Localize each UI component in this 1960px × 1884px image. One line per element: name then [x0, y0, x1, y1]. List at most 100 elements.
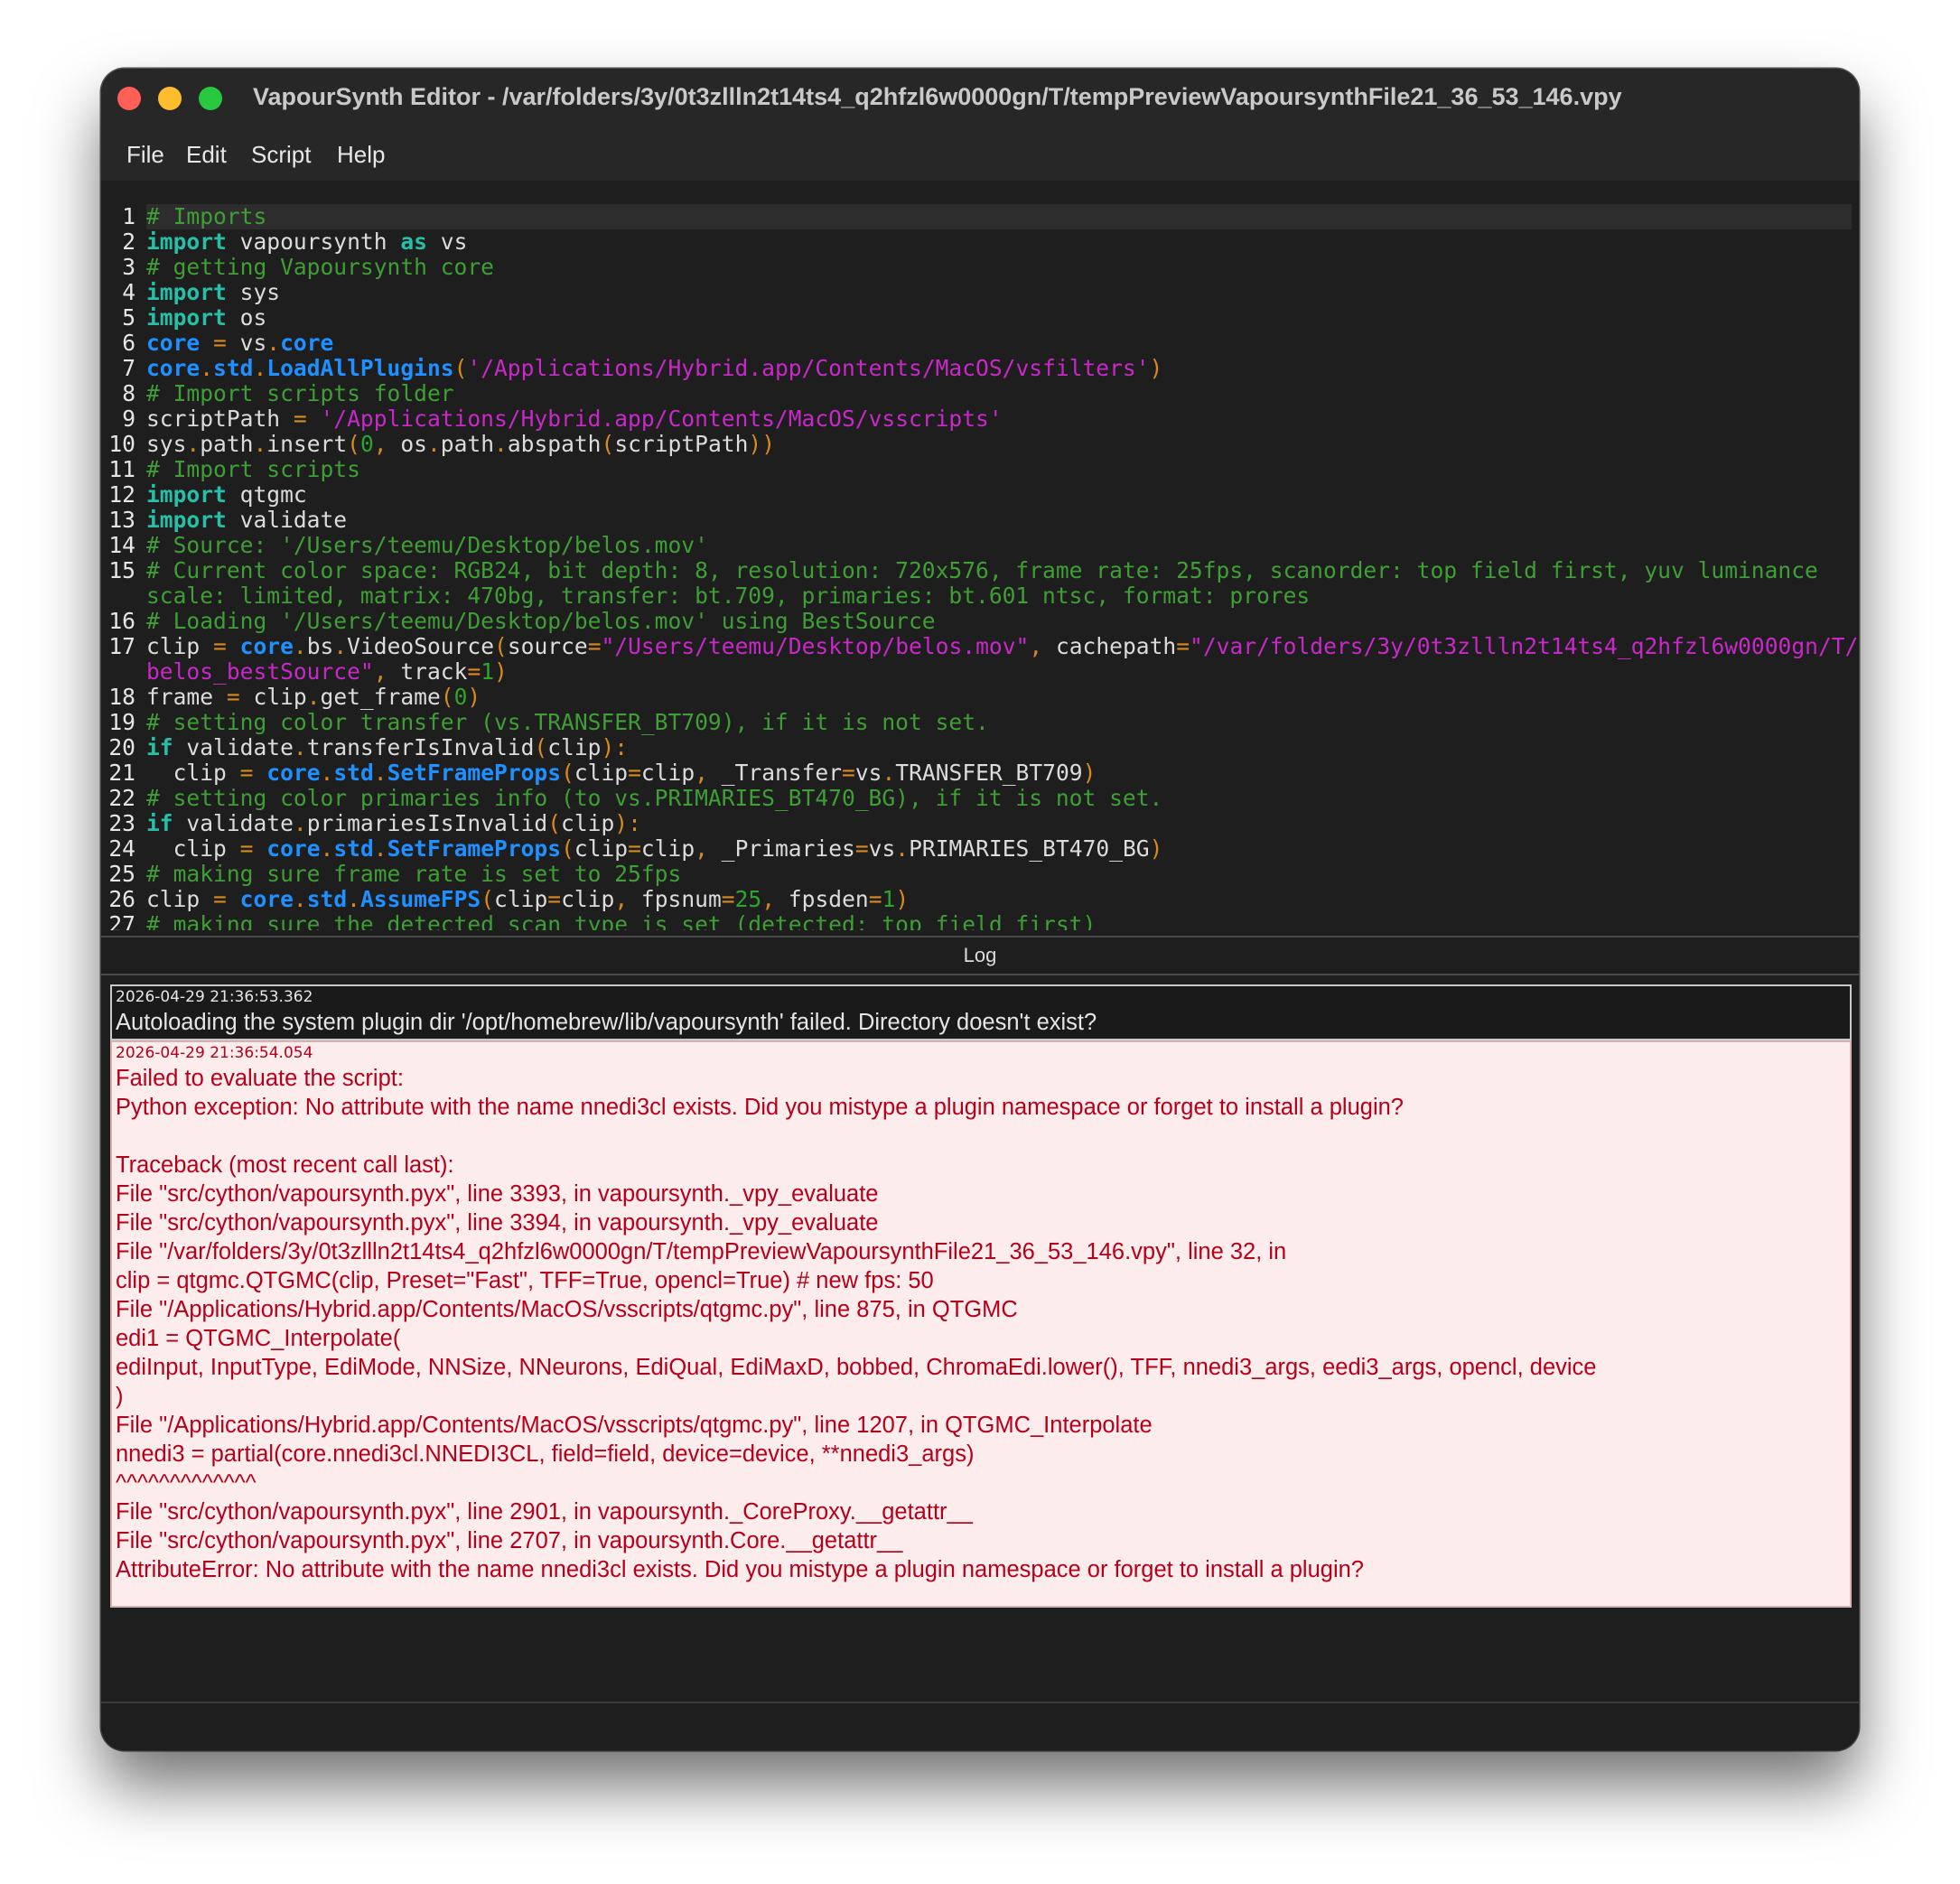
code-text[interactable]: sys.path.insert(0, os.path.abspath(scrip… [146, 432, 775, 457]
line-number: 20 [108, 734, 135, 760]
log-panel-header: Log [101, 936, 1859, 975]
code-text[interactable]: # Import scripts folder [146, 381, 454, 406]
code-text[interactable]: scriptPath = '/Applications/Hybrid.app/C… [146, 406, 1003, 432]
code-line[interactable]: 17 clip = core.bs.VideoSource(source="/Us… [101, 634, 1858, 659]
code-line[interactable]: 25 # making sure frame rate is set to 25f… [101, 862, 1858, 887]
line-number: 10 [108, 431, 135, 457]
code-text[interactable]: clip = core.std.SetFrameProps(clip=clip,… [146, 760, 1097, 786]
code-line[interactable]: 5 import os [101, 305, 1858, 331]
code-text[interactable]: clip = core.std.SetFrameProps(clip=clip,… [146, 836, 1163, 862]
code-line[interactable]: 12 import qtgmc [101, 482, 1858, 508]
code-line[interactable]: 22 # setting color primaries info (to vs.… [101, 786, 1858, 811]
code-text[interactable]: import sys [146, 280, 280, 305]
code-line[interactable]: 11 # Import scripts [101, 457, 1858, 482]
code-line[interactable]: 16 # Loading '/Users/teemu/Desktop/belos.… [101, 609, 1858, 634]
line-number: 24 [108, 835, 135, 862]
line-number: 6 [122, 330, 135, 356]
code-line[interactable]: 23 if validate.primariesIsInvalid(clip): [101, 811, 1858, 836]
code-text[interactable]: # Source: '/Users/teemu/Desktop/belos.mo… [146, 533, 708, 558]
code-text[interactable]: # Import scripts [146, 457, 360, 482]
code-text[interactable]: # setting color transfer (vs.TRANSFER_BT… [146, 710, 989, 735]
zoom-window-button[interactable] [199, 87, 222, 110]
code-line[interactable]: 24 clip = core.std.SetFrameProps(clip=cl… [101, 836, 1858, 862]
code-text[interactable]: belos_bestSource", track=1) [146, 659, 508, 685]
code-line[interactable]: 14 # Source: '/Users/teemu/Desktop/belos.… [101, 533, 1858, 558]
code-line[interactable]: 2 import vapoursynth as vs [101, 229, 1858, 255]
line-number: 3 [122, 254, 135, 280]
code-line[interactable]: 21 clip = core.std.SetFrameProps(clip=cl… [101, 760, 1858, 786]
code-text[interactable]: import vapoursynth as vs [146, 229, 467, 255]
code-text[interactable]: core.std.LoadAllPlugins('/Applications/H… [146, 356, 1162, 381]
code-text[interactable]: # getting Vapoursynth core [146, 255, 494, 280]
code-lines[interactable]: 1 # Imports 2 import vapoursynth as vs 3 # ge… [101, 204, 1858, 931]
close-window-button[interactable] [117, 87, 141, 110]
log-timestamp: 2026-04-29 21:36:53.362 [116, 988, 313, 1006]
code-text[interactable]: import validate [146, 508, 347, 533]
line-number: 8 [122, 380, 135, 406]
code-line[interactable]: 1 # Imports [101, 204, 1858, 229]
code-line[interactable]: 7 core.std.LoadAllPlugins('/Applications/… [101, 356, 1858, 381]
line-number [101, 583, 146, 609]
log-title: Log [963, 944, 997, 966]
line-number: 26 [108, 886, 135, 912]
code-line[interactable]: 15 # Current color space: RGB24, bit dept… [101, 558, 1858, 583]
code-line[interactable]: 6 core = vs.core [101, 331, 1858, 356]
code-text[interactable]: import qtgmc [146, 482, 307, 508]
code-line[interactable]: scale: limited, matrix: 470bg, transfer:… [101, 583, 1858, 609]
code-line[interactable]: 20 if validate.transferIsInvalid(clip): [101, 735, 1858, 760]
line-number: 18 [108, 684, 135, 710]
code-line[interactable]: 19 # setting color transfer (vs.TRANSFER_… [101, 710, 1858, 735]
code-line[interactable]: 3 # getting Vapoursynth core [101, 255, 1858, 280]
line-number: 14 [108, 532, 135, 558]
line-number: 13 [108, 507, 135, 533]
status-bar [101, 1702, 1859, 1750]
code-line[interactable]: 18 frame = clip.get_frame(0) [101, 685, 1858, 710]
code-text[interactable]: clip = core.bs.VideoSource(source="/User… [146, 634, 1858, 659]
code-text[interactable]: # setting color primaries info (to vs.PR… [146, 786, 1162, 811]
log-timestamp: 2026-04-29 21:36:54.054 [116, 1044, 313, 1062]
line-number: 12 [108, 481, 135, 508]
code-line[interactable]: 13 import validate [101, 508, 1858, 533]
code-line[interactable]: 10 sys.path.insert(0, os.path.abspath(scr… [101, 432, 1858, 457]
code-text[interactable]: core = vs.core [146, 331, 333, 356]
line-number: 15 [108, 557, 135, 583]
code-text[interactable]: if validate.primariesIsInvalid(clip): [146, 811, 641, 836]
line-number: 25 [108, 861, 135, 887]
line-number: 11 [108, 456, 135, 482]
code-text[interactable]: # Current color space: RGB24, bit depth:… [146, 558, 1818, 583]
window-title: VapourSynth Editor - /var/folders/3y/0t3… [253, 83, 1622, 110]
line-number: 27 [108, 911, 135, 931]
log-entry-warning: 2026-04-29 21:36:53.362 Autoloading the … [110, 984, 1852, 1040]
line-number: 17 [108, 633, 135, 659]
code-editor[interactable]: 1 # Imports 2 import vapoursynth as vs 3 # ge… [101, 197, 1859, 930]
line-number: 19 [108, 709, 135, 735]
code-line[interactable]: 27 # making sure the detected scan type i… [101, 911, 1858, 931]
code-text[interactable]: scale: limited, matrix: 470bg, transfer:… [146, 583, 1310, 609]
code-line[interactable]: belos_bestSource", track=1) [101, 659, 1858, 685]
code-line[interactable]: 8 # Import scripts folder [101, 381, 1858, 406]
menu-edit[interactable]: Edit [181, 137, 232, 173]
menu-file[interactable]: File [121, 137, 170, 173]
log-message: Autoloading the system plugin dir '/opt/… [116, 1010, 1097, 1035]
menu-script[interactable]: Script [246, 137, 316, 173]
code-line[interactable]: 26 clip = core.std.AssumeFPS(clip=clip, f… [101, 887, 1858, 912]
menu-bar: File Edit Script Help [101, 128, 1859, 181]
log-message: Failed to evaluate the script: Python ex… [116, 1066, 1597, 1582]
log-panel[interactable]: 2026-04-29 21:36:53.362 Autoloading the … [110, 984, 1852, 1617]
line-number: 2 [122, 229, 135, 255]
line-number: 4 [122, 279, 135, 305]
title-bar[interactable]: VapourSynth Editor - /var/folders/3y/0t3… [101, 69, 1859, 128]
code-text[interactable]: # making sure frame rate is set to 25fps [146, 862, 681, 887]
code-line[interactable]: 9 scriptPath = '/Applications/Hybrid.app/… [101, 406, 1858, 432]
code-text[interactable]: # Loading '/Users/teemu/Desktop/belos.mo… [146, 609, 936, 634]
code-text[interactable]: # Imports [146, 204, 266, 229]
minimize-window-button[interactable] [158, 87, 182, 110]
code-text[interactable]: # making sure the detected scan type is … [146, 912, 1096, 931]
code-text[interactable]: import os [146, 305, 266, 331]
code-text[interactable]: if validate.transferIsInvalid(clip): [146, 735, 628, 760]
menu-help[interactable]: Help [331, 137, 390, 173]
code-text[interactable]: frame = clip.get_frame(0) [146, 685, 481, 710]
code-line[interactable]: 4 import sys [101, 280, 1858, 305]
code-text[interactable]: clip = core.std.AssumeFPS(clip=clip, fps… [146, 887, 909, 912]
line-number: 23 [108, 810, 135, 836]
